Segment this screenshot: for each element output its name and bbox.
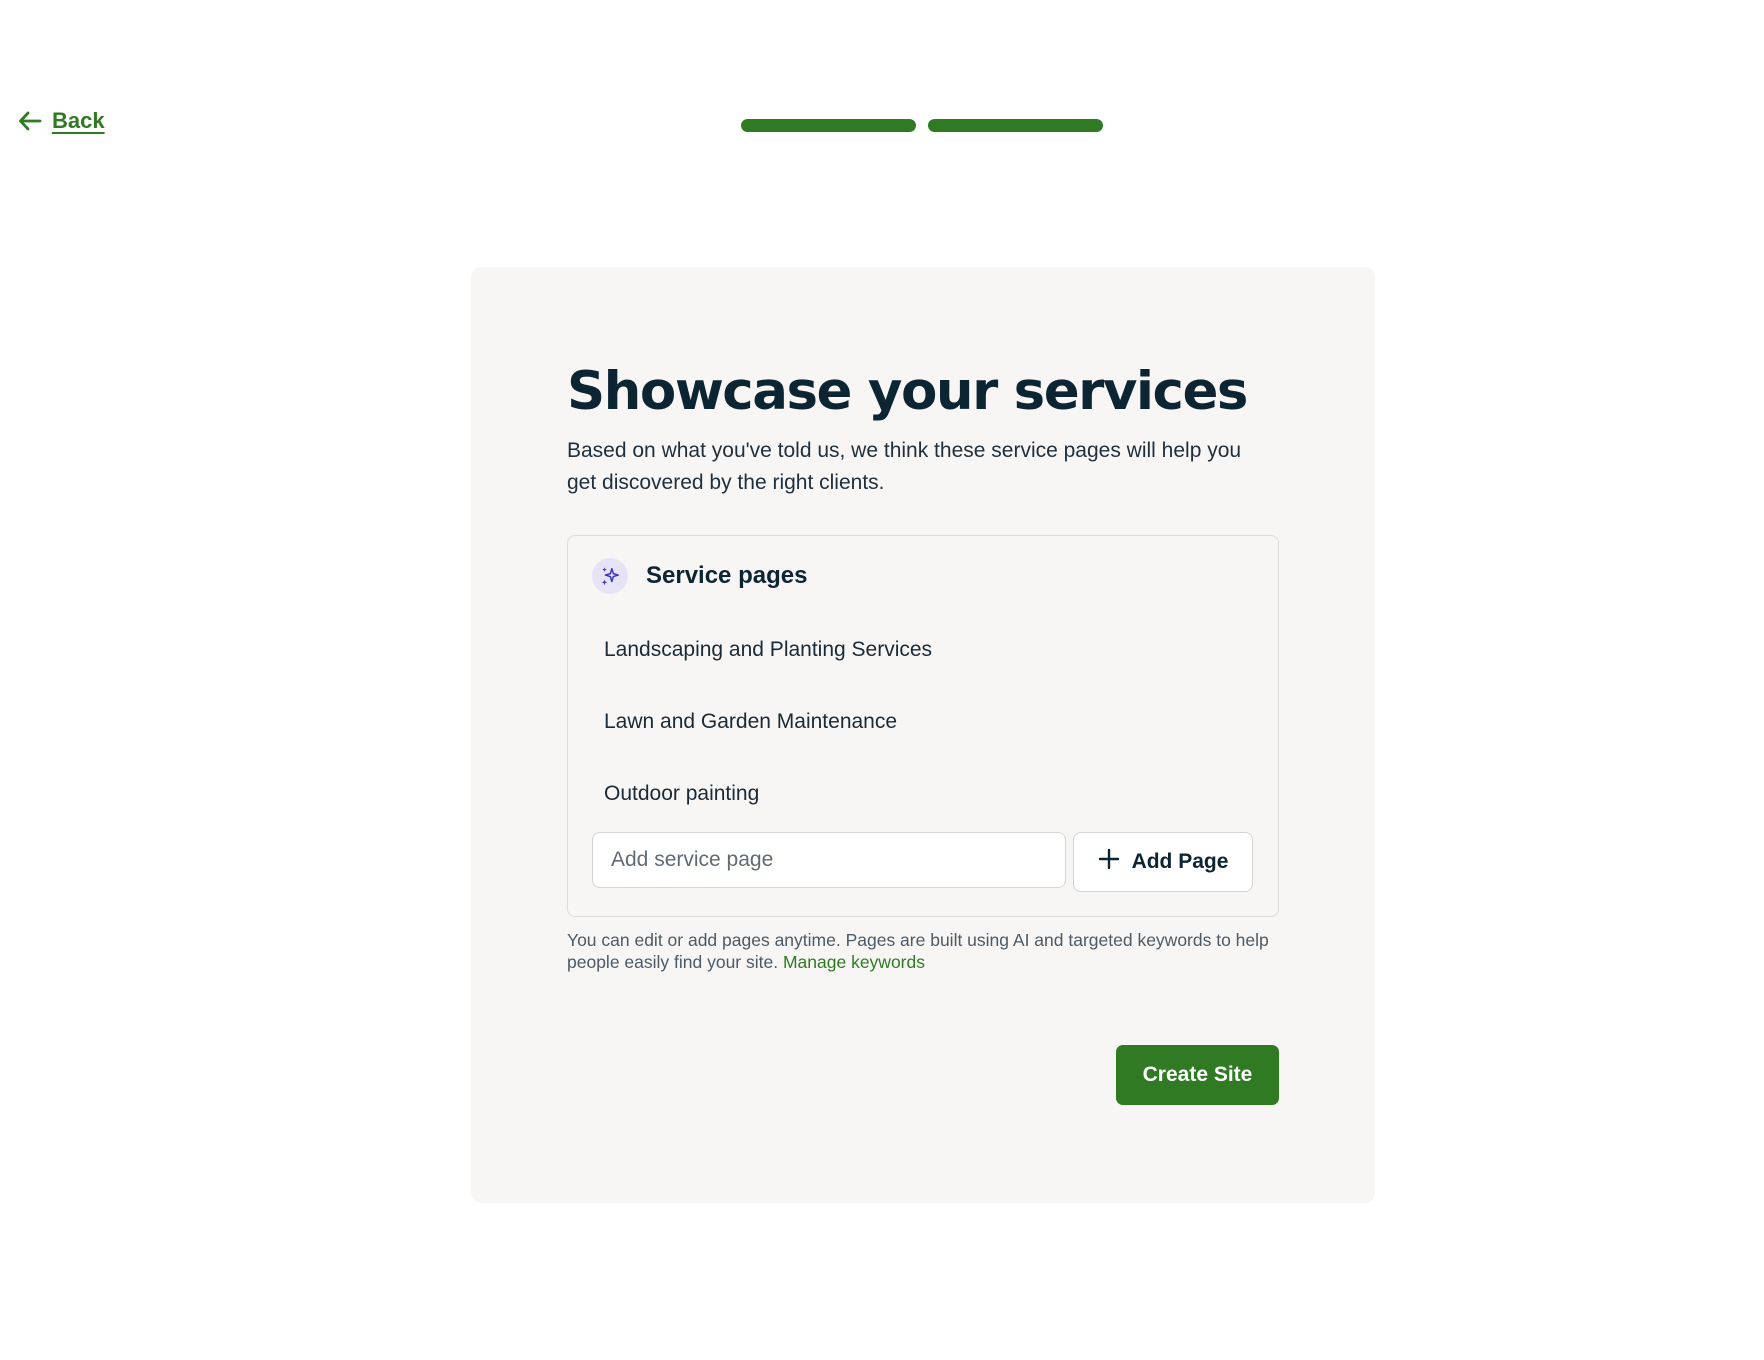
add-page-label: Add Page (1131, 850, 1229, 874)
page-title: Showcase your services (567, 361, 1248, 422)
service-pages-header: Service pages (592, 558, 1254, 595)
arrow-left-icon (18, 111, 42, 131)
service-pages-panel: Service pages Landscaping and Planting S… (567, 535, 1279, 918)
service-page-item[interactable]: Outdoor painting (592, 758, 1254, 830)
sparkle-icon (592, 558, 628, 595)
page-subtitle: Based on what you've told us, we think t… (567, 439, 1242, 495)
service-pages-title: Service pages (646, 562, 808, 590)
progress-step-1 (741, 119, 916, 132)
service-page-list: Landscaping and Planting Services Lawn a… (592, 614, 1254, 830)
card-content: Showcase your services Based on what you… (567, 361, 1279, 973)
service-page-item[interactable]: Lawn and Garden Maintenance (592, 686, 1254, 758)
create-site-button[interactable]: Create Site (1116, 1045, 1279, 1105)
progress-indicator (741, 119, 1103, 132)
manage-keywords-link[interactable]: Manage keywords (783, 952, 925, 972)
progress-step-2 (928, 119, 1103, 132)
add-service-row: Add Page (592, 832, 1254, 893)
add-page-button[interactable]: Add Page (1073, 832, 1253, 893)
page: Back Showcase your services Based on wha… (0, 0, 1764, 1360)
plus-icon (1098, 848, 1120, 876)
helper-text: You can edit or add pages anytime. Pages… (567, 929, 1279, 973)
service-page-item[interactable]: Landscaping and Planting Services (592, 614, 1254, 686)
onboarding-card: Showcase your services Based on what you… (471, 267, 1375, 1203)
back-label: Back (52, 108, 105, 133)
back-link[interactable]: Back (18, 108, 105, 134)
add-service-page-input[interactable] (592, 832, 1066, 889)
